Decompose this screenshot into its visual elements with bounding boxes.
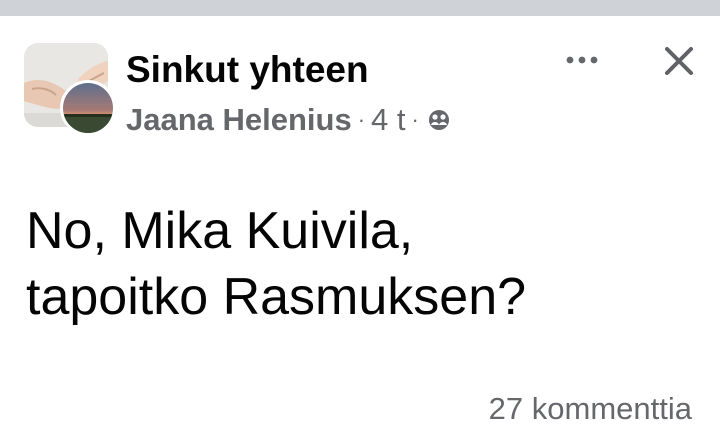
author-avatar-image bbox=[63, 83, 113, 133]
more-options-button[interactable] bbox=[560, 42, 604, 78]
post-text-line: No, Mika Kuivila, bbox=[26, 202, 414, 260]
group-privacy-icon bbox=[427, 108, 451, 132]
comments-count-link[interactable]: 27 kommenttia bbox=[489, 391, 692, 427]
post-text-line: tapoitko Rasmuksen? bbox=[26, 268, 527, 326]
author-avatar[interactable] bbox=[60, 80, 116, 136]
post-card: Sinkut yhteen Jaana Helenius · 4 t · No,… bbox=[0, 16, 720, 439]
close-button[interactable] bbox=[656, 39, 702, 83]
close-icon bbox=[665, 47, 693, 75]
meta-separator: · bbox=[357, 107, 366, 132]
more-options-icon bbox=[566, 56, 598, 64]
meta-separator: · bbox=[411, 107, 419, 132]
post-avatars[interactable] bbox=[24, 43, 116, 136]
post-body-text: No, Mika Kuivila, tapoitko Rasmuksen? bbox=[26, 198, 686, 330]
group-name-link[interactable]: Sinkut yhteen bbox=[126, 49, 369, 91]
post-meta: Jaana Helenius · 4 t · bbox=[126, 102, 451, 138]
post-timestamp[interactable]: 4 t bbox=[371, 102, 405, 138]
author-name-link[interactable]: Jaana Helenius bbox=[126, 102, 352, 138]
top-divider-strip bbox=[0, 0, 720, 16]
